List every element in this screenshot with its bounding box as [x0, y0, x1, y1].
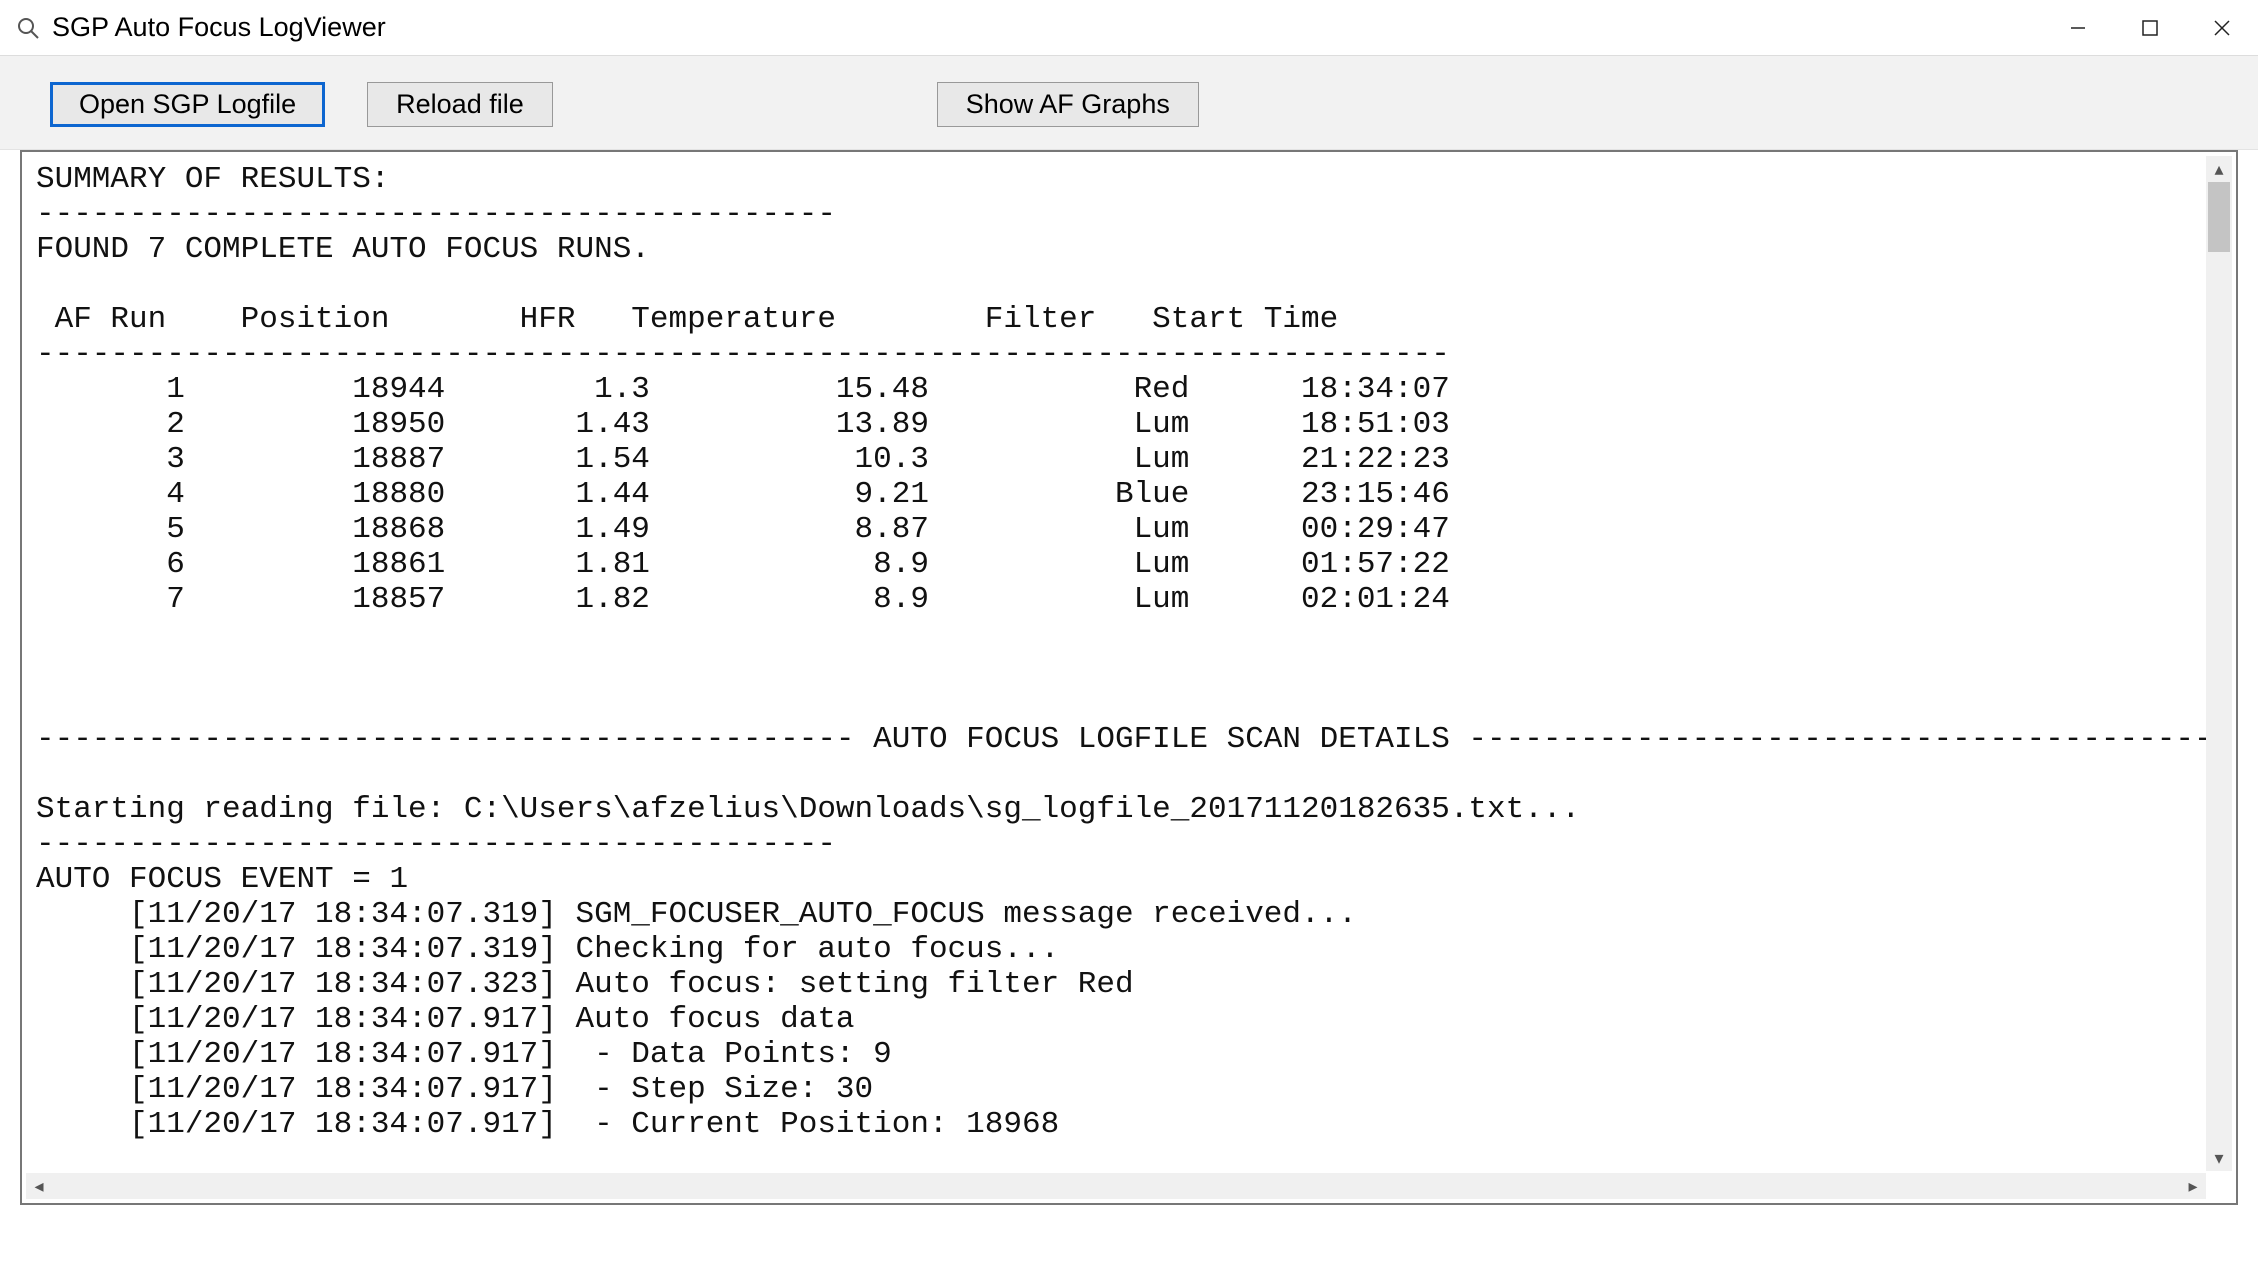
- close-button[interactable]: [2186, 0, 2258, 55]
- toolbar-spacer: [595, 82, 895, 127]
- app-icon: [14, 14, 42, 42]
- reload-file-button[interactable]: Reload file: [367, 82, 553, 127]
- scroll-track[interactable]: [2206, 182, 2232, 1145]
- show-graphs-button[interactable]: Show AF Graphs: [937, 82, 1199, 127]
- window-controls: [2042, 0, 2258, 55]
- maximize-button[interactable]: [2114, 0, 2186, 55]
- log-panel: SUMMARY OF RESULTS: --------------------…: [20, 150, 2238, 1205]
- open-logfile-button[interactable]: Open SGP Logfile: [50, 82, 325, 127]
- minimize-button[interactable]: [2042, 0, 2114, 55]
- log-output[interactable]: SUMMARY OF RESULTS: --------------------…: [22, 152, 2236, 1175]
- horizontal-scrollbar[interactable]: ◂ ▸: [26, 1173, 2206, 1199]
- scroll-thumb[interactable]: [2208, 182, 2230, 252]
- toolbar: Open SGP Logfile Reload file Show AF Gra…: [0, 56, 2258, 150]
- scroll-down-icon[interactable]: ▾: [2214, 1145, 2223, 1171]
- vertical-scrollbar[interactable]: ▴ ▾: [2206, 156, 2232, 1171]
- titlebar: SGP Auto Focus LogViewer: [0, 0, 2258, 56]
- scroll-right-icon[interactable]: ▸: [2180, 1176, 2206, 1197]
- scroll-left-icon[interactable]: ◂: [26, 1176, 52, 1197]
- scroll-up-icon[interactable]: ▴: [2214, 156, 2223, 182]
- window-title: SGP Auto Focus LogViewer: [52, 12, 2042, 43]
